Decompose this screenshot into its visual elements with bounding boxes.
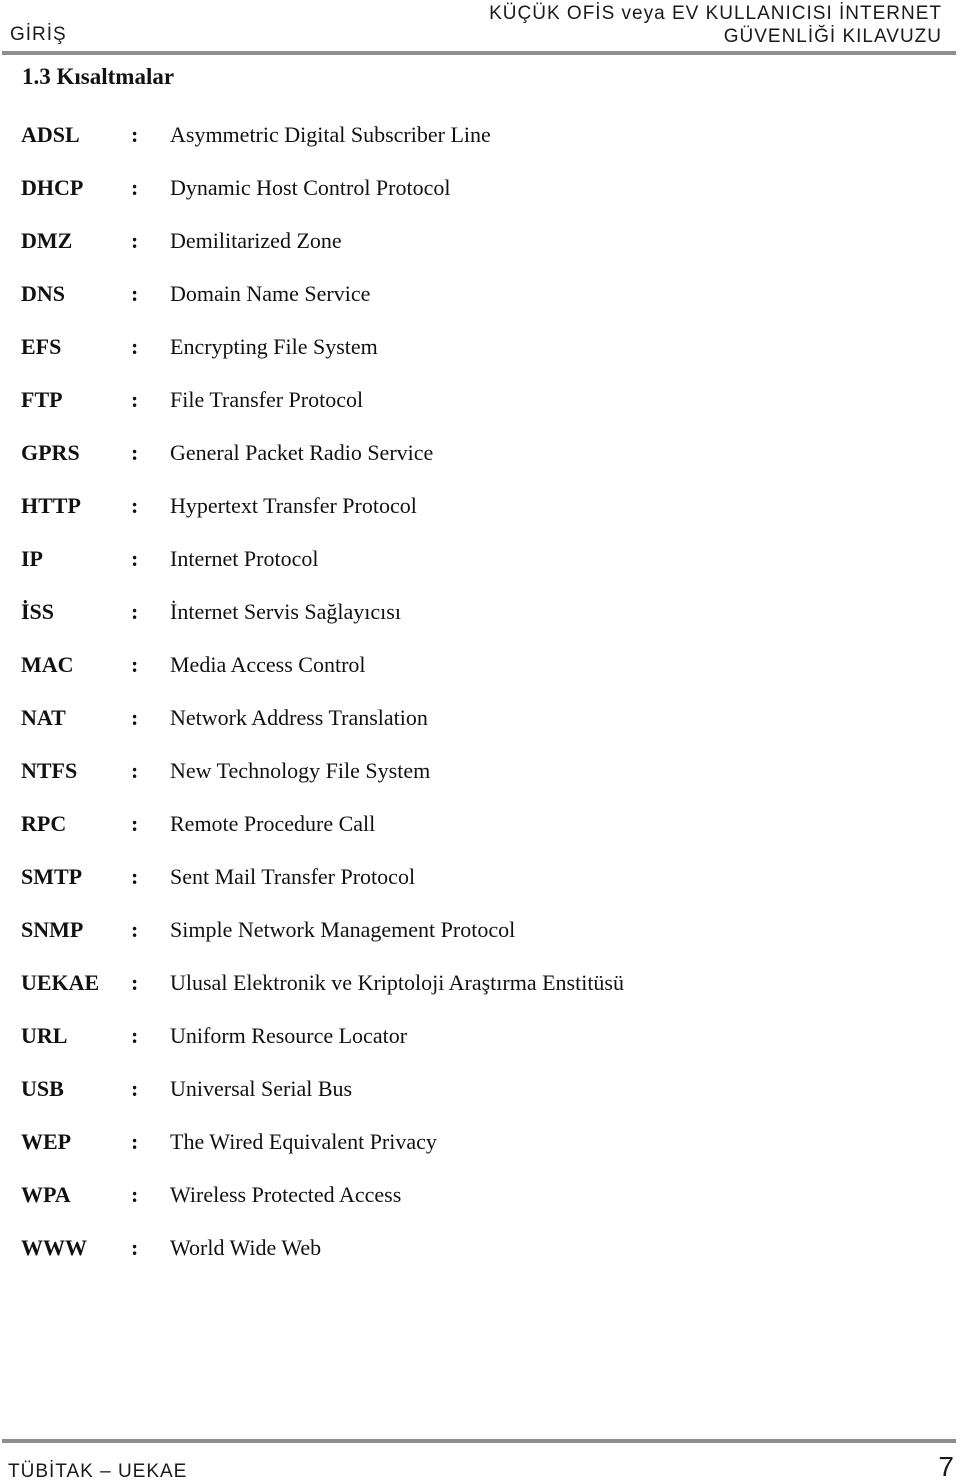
abbreviation-definition: World Wide Web	[170, 1235, 322, 1260]
abbreviation-term: HTTP	[21, 493, 81, 518]
abbreviation-term: WWW	[21, 1235, 87, 1260]
abbreviation-term: NAT	[21, 705, 66, 730]
abbreviation-definition: İnternet Servis Sağlayıcısı	[170, 599, 401, 624]
abbreviation-term: WEP	[21, 1129, 72, 1154]
abbreviation-row: RPC: Remote Procedure Call	[0, 807, 960, 860]
abbreviation-list: ADSL: Asymmetric Digital Subscriber Line D…	[0, 118, 960, 1284]
abbreviation-term: SMTP	[21, 864, 83, 889]
abbreviation-definition: Hypertext Transfer Protocol	[170, 493, 417, 518]
abbreviation-row: İSS: İnternet Servis Sağlayıcısı	[0, 595, 960, 648]
abbreviation-row: DNS: Domain Name Service	[0, 277, 960, 330]
abbreviation-row: SMTP: Sent Mail Transfer Protocol	[0, 860, 960, 913]
abbreviation-definition: Media Access Control	[170, 652, 366, 677]
abbreviation-row: WPA: Wireless Protected Access	[0, 1178, 960, 1231]
abbreviation-definition: Simple Network Management Protocol	[170, 917, 516, 942]
abbreviation-separator: :	[131, 281, 139, 306]
abbreviation-separator: :	[131, 122, 139, 147]
footer-divider	[2, 1439, 956, 1443]
abbreviation-row: GPRS: General Packet Radio Service	[0, 436, 960, 489]
abbreviation-separator: :	[131, 334, 139, 359]
abbreviation-term: FTP	[21, 387, 63, 412]
abbreviation-term: RPC	[21, 811, 67, 836]
abbreviation-row: SNMP: Simple Network Management Protocol	[0, 913, 960, 966]
abbreviation-row: MAC: Media Access Control	[0, 648, 960, 701]
abbreviation-separator: :	[131, 599, 139, 624]
abbreviation-separator: :	[131, 864, 139, 889]
page-number: 7	[938, 1451, 954, 1482]
abbreviation-separator: :	[131, 1129, 139, 1154]
abbreviation-separator: :	[131, 387, 139, 412]
abbreviation-separator: :	[131, 440, 139, 465]
abbreviation-separator: :	[131, 1235, 139, 1260]
abbreviation-term: ADSL	[21, 122, 80, 147]
abbreviation-row: UEKAE: Ulusal Elektronik ve Kriptoloji Ar…	[0, 966, 960, 1019]
abbreviation-definition: Network Address Translation	[170, 705, 428, 730]
abbreviation-row: USB: Universal Serial Bus	[0, 1072, 960, 1125]
abbreviation-definition: General Packet Radio Service	[170, 440, 434, 465]
abbreviation-term: DHCP	[21, 175, 84, 200]
footer-organization: TÜBİTAK – UEKAE	[8, 1461, 188, 1482]
section-title: 1.3 Kısaltmalar	[22, 64, 175, 89]
abbreviation-row: WWW: World Wide Web	[0, 1231, 960, 1284]
abbreviation-term: DNS	[21, 281, 66, 306]
abbreviation-definition: The Wired Equivalent Privacy	[170, 1129, 437, 1154]
abbreviation-definition: Wireless Protected Access	[170, 1182, 402, 1207]
abbreviation-definition: New Technology File System	[170, 758, 431, 783]
abbreviation-row: HTTP: Hypertext Transfer Protocol	[0, 489, 960, 542]
abbreviation-separator: :	[131, 705, 139, 730]
abbreviation-definition: Ulusal Elektronik ve Kriptoloji Araştırm…	[170, 970, 624, 995]
header-divider	[2, 51, 956, 55]
abbreviation-separator: :	[131, 1076, 139, 1101]
abbreviation-term: URL	[21, 1023, 68, 1048]
abbreviation-separator: :	[131, 917, 139, 942]
abbreviation-row: EFS: Encrypting File System	[0, 330, 960, 383]
abbreviation-term: NTFS	[21, 758, 78, 783]
abbreviation-row: WEP: The Wired Equivalent Privacy	[0, 1125, 960, 1178]
abbreviation-definition: Uniform Resource Locator	[170, 1023, 408, 1048]
abbreviation-row: URL: Uniform Resource Locator	[0, 1019, 960, 1072]
abbreviation-row: NTFS: New Technology File System	[0, 754, 960, 807]
header-chapter: GİRİŞ	[10, 24, 67, 45]
abbreviation-separator: :	[131, 758, 139, 783]
abbreviation-definition: Sent Mail Transfer Protocol	[170, 864, 416, 889]
abbreviation-row: DHCP: Dynamic Host Control Protocol	[0, 171, 960, 224]
abbreviation-term: UEKAE	[21, 970, 100, 995]
abbreviation-term: İSS	[21, 599, 55, 624]
abbreviation-row: ADSL: Asymmetric Digital Subscriber Line	[0, 118, 960, 171]
abbreviation-separator: :	[131, 811, 139, 836]
abbreviation-row: IP: Internet Protocol	[0, 542, 960, 595]
abbreviation-separator: :	[131, 970, 139, 995]
abbreviation-row: NAT: Network Address Translation	[0, 701, 960, 754]
abbreviation-term: EFS	[21, 334, 62, 359]
abbreviation-separator: :	[131, 1182, 139, 1207]
abbreviation-definition: Demilitarized Zone	[170, 228, 342, 253]
abbreviation-definition: Domain Name Service	[170, 281, 371, 306]
abbreviation-row: DMZ: Demilitarized Zone	[0, 224, 960, 277]
abbreviation-term: GPRS	[21, 440, 80, 465]
abbreviation-separator: :	[131, 175, 139, 200]
abbreviation-term: USB	[21, 1076, 64, 1101]
abbreviation-definition: Internet Protocol	[170, 546, 319, 571]
abbreviation-definition: Dynamic Host Control Protocol	[170, 175, 451, 200]
abbreviation-definition: Remote Procedure Call	[170, 811, 376, 836]
abbreviation-definition: Universal Serial Bus	[170, 1076, 353, 1101]
abbreviation-term: SNMP	[21, 917, 84, 942]
abbreviation-term: MAC	[21, 652, 74, 677]
abbreviation-term: WPA	[21, 1182, 71, 1207]
header-document-title: KÜÇÜK OFİS veya EV KULLANICISI İNTERNET …	[489, 2, 942, 48]
abbreviation-definition: Encrypting File System	[170, 334, 378, 359]
abbreviation-separator: :	[131, 493, 139, 518]
abbreviation-term: DMZ	[21, 228, 73, 253]
abbreviation-separator: :	[131, 546, 139, 571]
abbreviation-separator: :	[131, 228, 139, 253]
abbreviation-row: FTP: File Transfer Protocol	[0, 383, 960, 436]
abbreviation-separator: :	[131, 1023, 139, 1048]
abbreviation-separator: :	[131, 652, 139, 677]
abbreviation-definition: Asymmetric Digital Subscriber Line	[170, 122, 491, 147]
abbreviation-definition: File Transfer Protocol	[170, 387, 364, 412]
header-title-line-1: KÜÇÜK OFİS veya EV KULLANICISI İNTERNET	[489, 3, 942, 24]
header-title-line-2: GÜVENLİĞİ KILAVUZU	[723, 26, 942, 47]
abbreviation-term: IP	[21, 546, 43, 571]
